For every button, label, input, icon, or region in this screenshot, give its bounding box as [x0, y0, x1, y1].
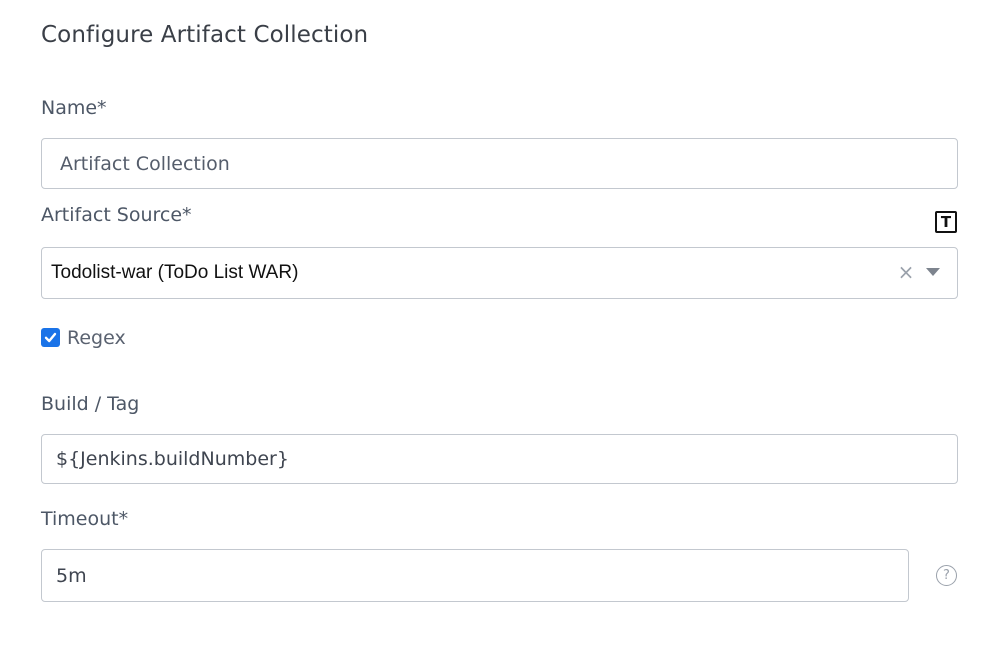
artifact-source-label: Artifact Source* — [41, 204, 192, 226]
timeout-label: Timeout* — [41, 508, 129, 530]
checkmark-icon — [44, 332, 57, 343]
name-value: Artifact Collection — [60, 152, 230, 175]
clear-x-icon[interactable]: × — [896, 261, 916, 283]
dialog-title: Configure Artifact Collection — [41, 22, 369, 48]
template-t-icon[interactable]: T — [935, 211, 957, 233]
help-circle-icon[interactable]: ? — [936, 565, 957, 586]
timeout-input[interactable]: 5m — [41, 549, 909, 602]
regex-label[interactable]: Regex — [67, 327, 126, 349]
build-tag-value: ${Jenkins.buildNumber} — [56, 448, 289, 470]
regex-checkbox[interactable] — [41, 328, 60, 347]
timeout-value: 5m — [56, 564, 87, 587]
name-label: Name* — [41, 97, 107, 119]
build-tag-input[interactable]: ${Jenkins.buildNumber} — [41, 434, 958, 484]
chevron-down-icon[interactable] — [926, 268, 940, 276]
name-input[interactable]: Artifact Collection — [41, 138, 958, 189]
artifact-source-select[interactable]: Todolist-war (ToDo List WAR) — [41, 247, 958, 299]
build-tag-label: Build / Tag — [41, 393, 140, 415]
artifact-source-value: Todolist-war (ToDo List WAR) — [51, 262, 299, 283]
